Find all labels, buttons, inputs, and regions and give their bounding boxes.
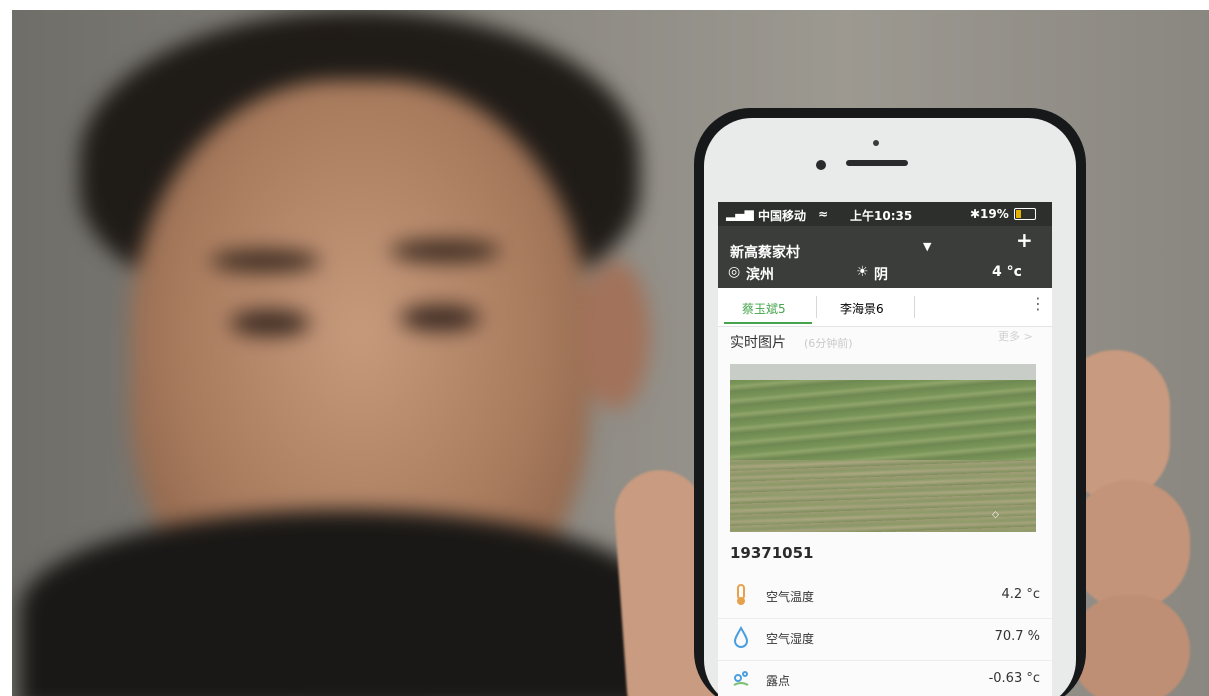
section-subtitle: (6分钟前) — [804, 337, 853, 350]
more-link[interactable]: 更多 > — [998, 328, 1033, 344]
front-camera — [816, 160, 826, 170]
more-options-icon[interactable]: ⋮ — [1030, 294, 1046, 313]
field-rows — [730, 460, 1036, 532]
carrier-label: 中国移动 — [758, 209, 807, 223]
reading-value: -0.63 °c — [988, 671, 1040, 686]
image-border-top — [0, 0, 1209, 10]
clock: 上午10:35 — [850, 209, 913, 223]
status-bar: ▂▄▆ 中国移动 ≈ 上午10:35 ✱ 19% — [718, 202, 1052, 226]
finger — [1070, 480, 1190, 610]
blurred-person — [20, 10, 670, 696]
earpiece-speaker — [846, 160, 908, 166]
tab-station-2[interactable]: 李海景6 — [840, 300, 884, 317]
temperature-label: 4 °c — [992, 264, 1022, 280]
tab-divider — [816, 296, 817, 318]
app-bar: 新高蔡家村 ▼ + ◎ 滨州 ☀ 阴 4 °c — [718, 226, 1052, 288]
battery-percent: 19% — [980, 207, 1009, 221]
finger — [1070, 595, 1190, 696]
field-photo[interactable]: ◇ — [730, 364, 1036, 532]
reading-label: 空气湿度 — [766, 632, 815, 646]
section-title: 实时图片 — [730, 335, 786, 351]
reading-value: 4.2 °c — [1001, 587, 1040, 602]
add-button[interactable]: + — [1016, 228, 1033, 252]
field-sky — [730, 364, 1036, 380]
reading-label: 露点 — [766, 674, 791, 688]
weather-label: 阴 — [874, 267, 888, 283]
active-tab-indicator — [724, 322, 812, 324]
location-pin-icon: ◎ — [728, 264, 741, 280]
photo-scene: ▂▄▆ 中国移动 ≈ 上午10:35 ✱ 19% 新高蔡家村 ▼ + ◎ 滨州 … — [0, 0, 1209, 696]
image-border-left — [0, 0, 12, 696]
bluetooth-icon: ✱ — [970, 207, 981, 221]
droplet-icon — [733, 626, 749, 648]
dew-icon — [733, 671, 749, 686]
proximity-sensor — [873, 140, 879, 146]
reading-label: 空气温度 — [766, 590, 815, 604]
person-left-brow — [210, 250, 320, 272]
thermometer-icon — [737, 584, 745, 605]
reading-row: 空气湿度 70.7 % — [718, 618, 1052, 661]
device-id: 19371051 — [730, 544, 814, 562]
person-right-brow — [390, 240, 500, 262]
village-selector[interactable]: 新高蔡家村 — [730, 242, 800, 262]
person-jacket — [20, 510, 670, 696]
city-label: 滨州 — [746, 267, 774, 283]
watermark-logo: ◇ — [992, 510, 999, 520]
phone-screen: ▂▄▆ 中国移动 ≈ 上午10:35 ✱ 19% 新高蔡家村 ▼ + ◎ 滨州 … — [718, 202, 1052, 696]
reading-row: 空气温度 4.2 °c — [718, 576, 1052, 619]
cloudy-icon: ☀ — [856, 264, 869, 280]
signal-icon: ▂▄▆ — [726, 207, 754, 221]
station-tabs: 蔡玉斌5 李海景6 ⋮ — [718, 288, 1052, 327]
wifi-icon: ≈ — [818, 207, 829, 221]
reading-row: 露点 -0.63 °c — [718, 660, 1052, 696]
tab-station-1[interactable]: 蔡玉斌5 — [742, 300, 786, 317]
person-left-eye — [230, 310, 310, 336]
reading-value: 70.7 % — [994, 629, 1040, 644]
tab-divider — [914, 296, 915, 318]
battery-icon — [1014, 208, 1036, 220]
person-right-eye — [400, 305, 480, 331]
chevron-down-icon[interactable]: ▼ — [923, 240, 931, 253]
